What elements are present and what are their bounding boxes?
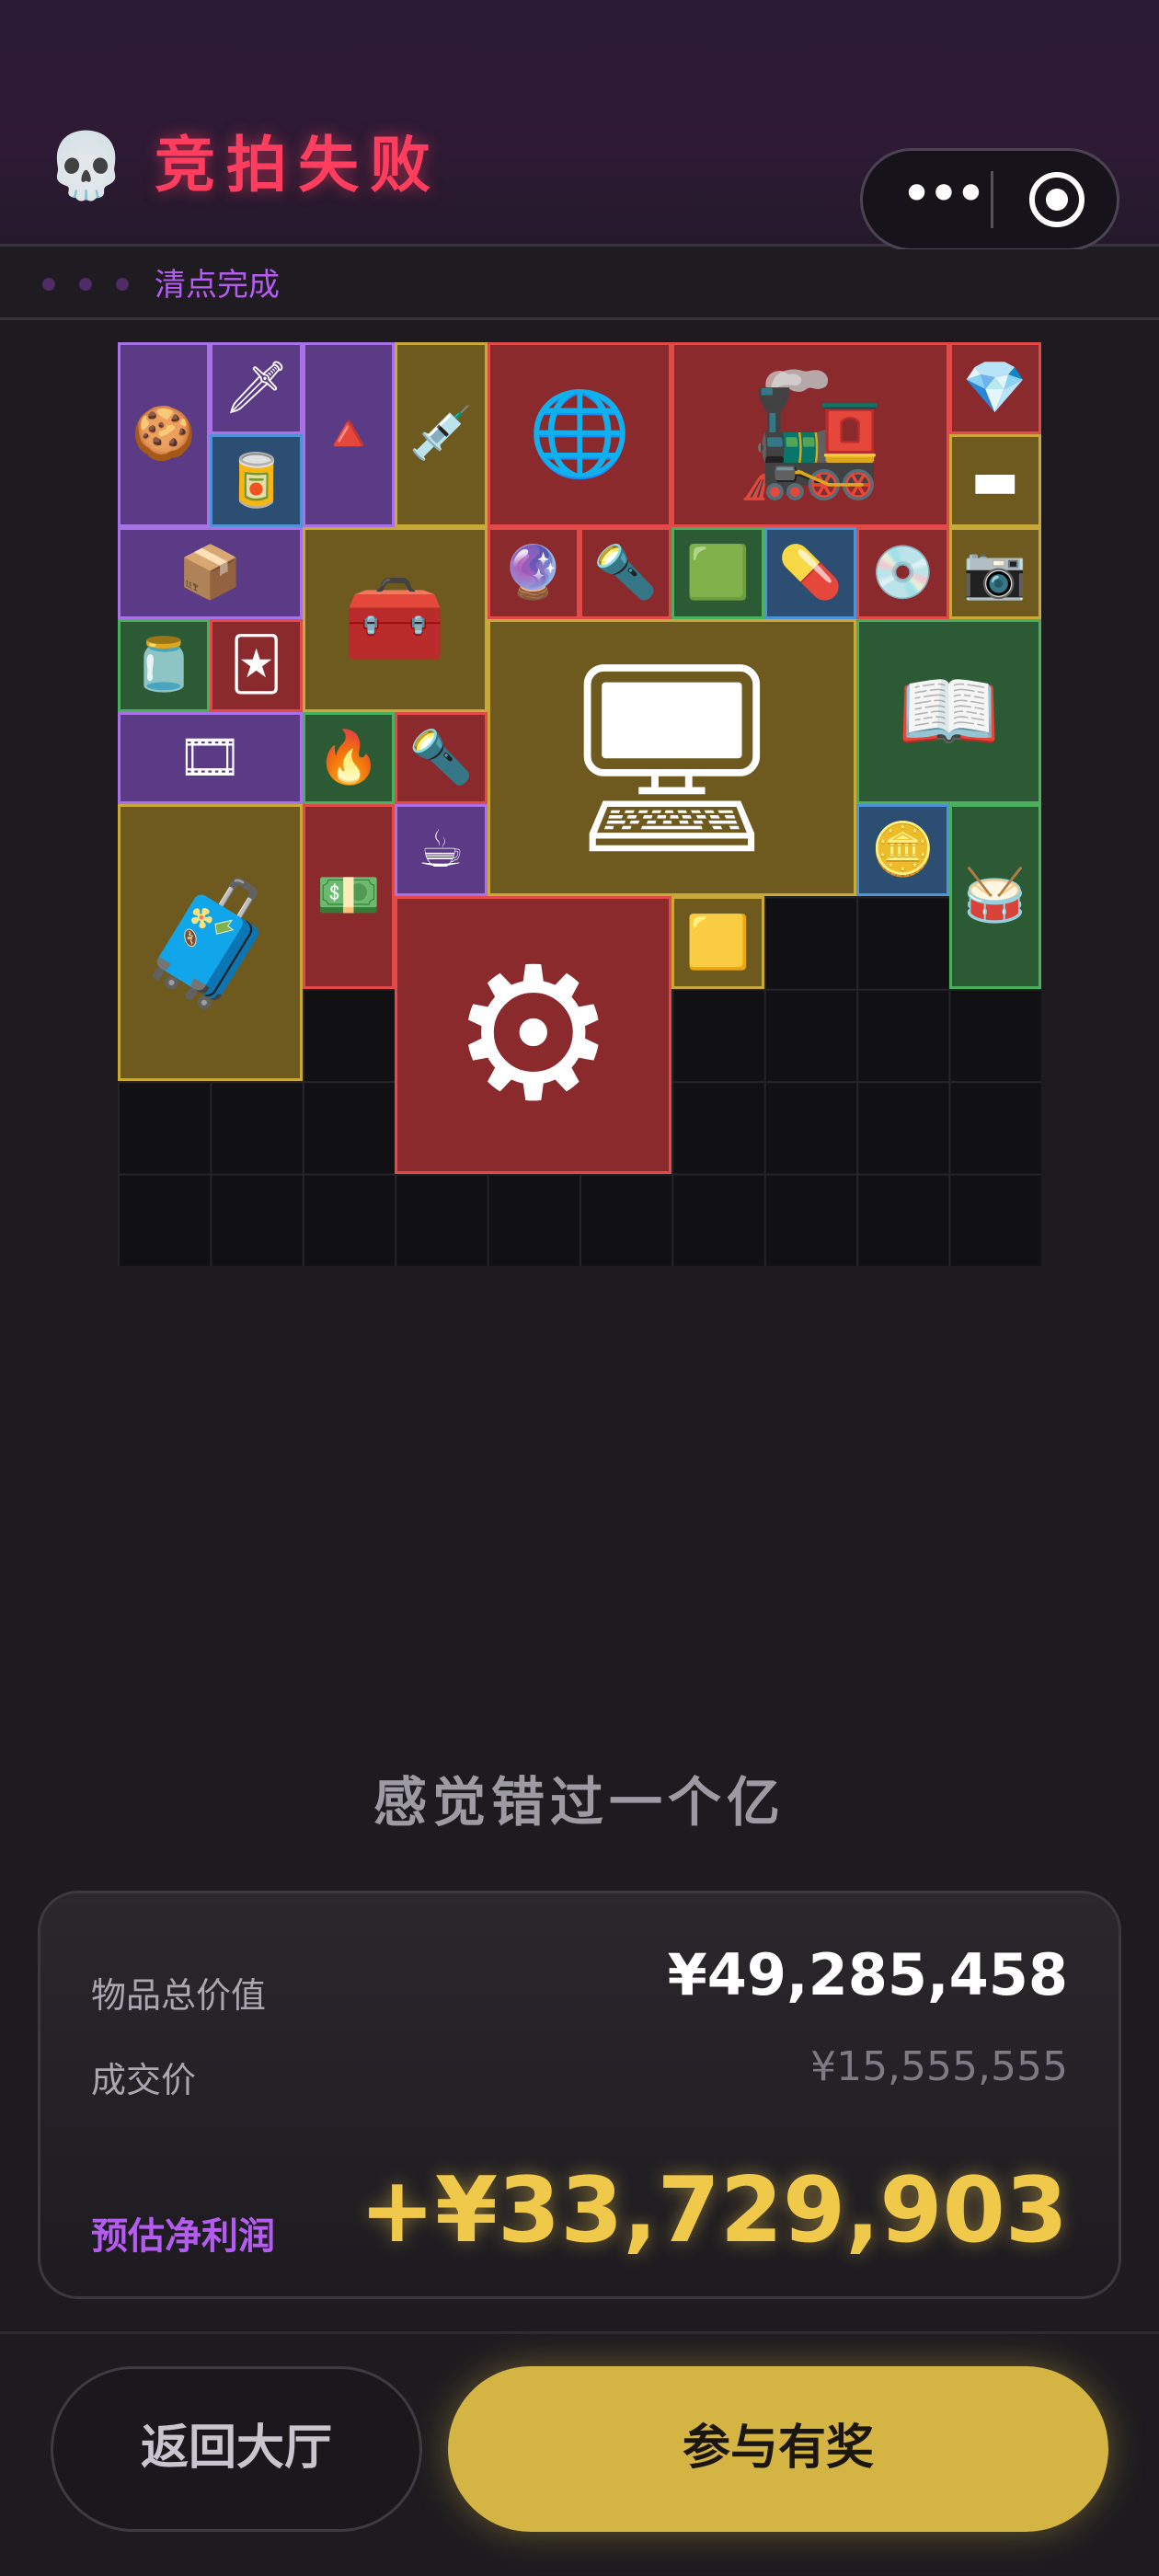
- gold-lighter-icon: 🟨: [685, 912, 751, 972]
- result-panel: 物品总价值 ¥49,285,458 成交价 ¥15,555,555 预估净利润 …: [38, 1891, 1121, 2299]
- playing-card-icon: 🃏: [229, 635, 283, 696]
- grid-item-ammo-tin[interactable]: 🥫: [210, 434, 303, 527]
- grid-item-flashlight-2[interactable]: 🔦: [395, 711, 488, 804]
- ammo-crate-icon: 🧰: [343, 570, 447, 668]
- grid-item-chip-bar[interactable]: ▬: [948, 434, 1041, 527]
- mini-program-capsule: •••: [860, 148, 1119, 251]
- grid-item-ammo-crate[interactable]: 🧰: [302, 526, 488, 712]
- armillary-sphere-icon: 🌐: [527, 385, 632, 483]
- profit-value: +¥33,729,903: [359, 2158, 1068, 2263]
- grid-item-diamond[interactable]: 💎: [948, 342, 1041, 435]
- grid-item-lighter[interactable]: 🔥: [302, 711, 396, 804]
- grid-item-marble-orb[interactable]: 🔮: [487, 526, 580, 620]
- close-target-icon[interactable]: [1029, 172, 1084, 227]
- grid-item-coin[interactable]: 🪙: [856, 804, 949, 897]
- triangle-pendant-icon: 🔺: [316, 404, 381, 465]
- grid-item-pill-bottle[interactable]: 💊: [763, 526, 857, 620]
- grid-item-graphics-card[interactable]: 🎞: [118, 711, 303, 804]
- capsule-divider: [991, 171, 993, 228]
- grid-item-banknote[interactable]: 💵: [302, 804, 396, 989]
- banknote-icon: 💵: [316, 866, 381, 926]
- more-button[interactable]: •••: [890, 151, 992, 248]
- grid-item-camera[interactable]: 📷: [948, 526, 1041, 620]
- grid-item-djembe-drum[interactable]: 🥁: [948, 804, 1041, 989]
- diamond-icon: 💎: [962, 358, 1027, 419]
- profit-label: 预估净利润: [91, 2215, 275, 2258]
- grid-item-coffee-jar[interactable]: 🫙: [118, 619, 211, 712]
- grid-item-hard-case[interactable]: 🧳: [118, 804, 303, 1082]
- grid-item-engine-unit[interactable]: ⚙: [395, 896, 672, 1174]
- deal-price-value: ¥15,555,555: [810, 2043, 1068, 2090]
- grid-item-cd-disc[interactable]: 💿: [856, 526, 949, 620]
- grid-item-circuit-board[interactable]: 🟩: [671, 526, 764, 620]
- magazine-icon: 📖: [897, 662, 1001, 760]
- grid-item-magazine[interactable]: 📖: [856, 619, 1041, 804]
- deal-price-label: 成交价: [91, 2060, 197, 2100]
- server-board-icon: 🖥: [555, 650, 789, 865]
- spearhead-icon: 🗡: [224, 358, 290, 419]
- grid-item-playing-card[interactable]: 🃏: [210, 619, 303, 712]
- inventory-grid: 🍪 🗡 🔺 💉 🌐 🚂 💎 🥫 ▬ 📦 🧰 🔮 🔦 🟩 💊 💿 📷 🫙 🃏 🖥 📖 🎞 🔥 🔦 🧳 💵 ☕ 🪙 🥁 ⚙ 🟨: [118, 342, 1041, 1266]
- red-engine-icon: 🚂: [736, 364, 885, 505]
- grid-item-spearhead[interactable]: 🗡: [210, 342, 303, 435]
- marble-orb-icon: 🔮: [500, 542, 566, 603]
- grid-item-teacup[interactable]: ☕: [395, 804, 488, 897]
- teacup-icon: ☕: [418, 820, 465, 880]
- grid-item-gpu-box[interactable]: 📦: [118, 526, 303, 620]
- flashlight-2-icon: 🔦: [408, 727, 474, 788]
- flashlight-icon: 🔦: [593, 542, 659, 603]
- cd-disc-icon: 💿: [870, 542, 935, 603]
- gingerbread-icon: 🍪: [132, 404, 197, 465]
- ammo-tin-icon: 🥫: [224, 450, 289, 511]
- total-value: ¥49,285,458: [667, 1941, 1068, 2008]
- pill-bottle-icon: 💊: [778, 542, 843, 603]
- coin-icon: 🪙: [870, 820, 935, 880]
- status-text: 清点完成: [155, 267, 280, 304]
- camera-icon: 📷: [962, 542, 1027, 603]
- grid-item-triangle-pendant[interactable]: 🔺: [302, 342, 396, 527]
- hard-case-icon: 🧳: [135, 872, 285, 1013]
- gpu-box-icon: 📦: [178, 542, 243, 603]
- result-subtitle: 感觉错过一个亿: [373, 1771, 786, 1834]
- progress-dots: [42, 277, 153, 293]
- graphics-card-icon: 🎞: [177, 727, 243, 788]
- coffee-jar-icon: 🫙: [132, 635, 197, 696]
- footer-divider: [0, 2331, 1159, 2334]
- header: 💀 竞拍失败 •••: [0, 0, 1159, 251]
- participate-button[interactable]: 参与有奖: [448, 2366, 1108, 2532]
- grid-item-armillary-sphere[interactable]: 🌐: [487, 342, 672, 527]
- grid-item-gold-lighter[interactable]: 🟨: [671, 896, 764, 989]
- djembe-drum-icon: 🥁: [962, 866, 1027, 926]
- grid-item-red-engine[interactable]: 🚂: [671, 342, 949, 527]
- engine-unit-icon: ⚙: [451, 926, 616, 1142]
- circuit-board-icon: 🟩: [685, 542, 751, 603]
- chip-bar-icon: ▬: [970, 450, 1020, 511]
- skull-icon: 💀: [46, 128, 127, 203]
- status-row: 清点完成: [0, 249, 1159, 320]
- grid-item-server-board[interactable]: 🖥: [487, 619, 857, 897]
- grid-item-capsule-case[interactable]: 💉: [395, 342, 488, 527]
- grid-item-flashlight[interactable]: 🔦: [580, 526, 672, 620]
- page-title: 竞拍失败: [155, 130, 442, 201]
- total-value-label: 物品总价值: [91, 1975, 267, 2016]
- grid-item-gingerbread[interactable]: 🍪: [118, 342, 211, 527]
- lighter-icon: 🔥: [316, 727, 381, 788]
- back-to-lobby-button[interactable]: 返回大厅: [51, 2366, 422, 2532]
- capsule-case-icon: 💉: [408, 404, 474, 465]
